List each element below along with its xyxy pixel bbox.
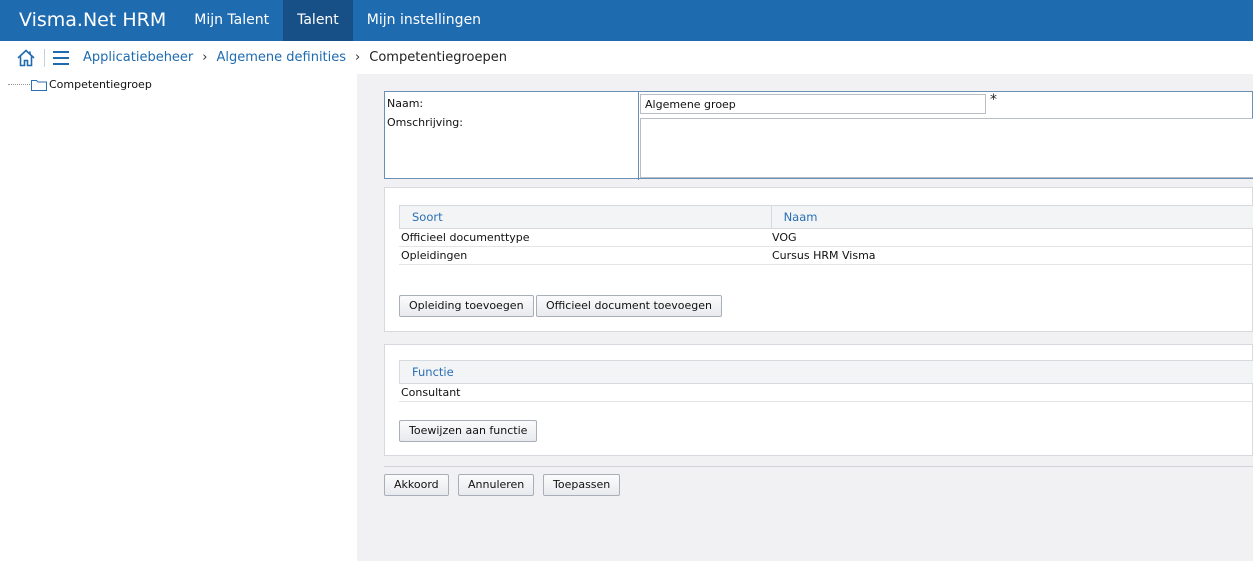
table-row[interactable]: Opleidingen Cursus HRM Visma [399,247,1253,265]
app-title[interactable]: Visma.Net HRM [0,0,180,41]
breadcrumb: Applicatiebeheer › Algemene definities ›… [0,41,1253,74]
documents-table: Soort Naam Officieel documenttype VOG Op… [399,205,1253,265]
table-row[interactable]: Officieel documenttype VOG [399,229,1253,247]
breadcrumb-divider [44,48,45,67]
functions-table-header: Functie [399,360,1253,384]
hamburger-menu-icon[interactable] [53,50,69,65]
tree-connector [8,84,30,85]
group-details-panel: Naam: * Omschrijving: [384,91,1253,180]
top-nav-bar: Visma.Net HRM Mijn Talent Talent Mijn in… [0,0,1253,41]
breadcrumb-algemene-definities[interactable]: Algemene definities [216,50,346,65]
omschrijving-textarea[interactable] [640,118,1253,178]
table-cell: Opleidingen [401,249,468,262]
column-header-soort[interactable]: Soort [400,206,771,228]
breadcrumb-separator: › [355,50,361,65]
folder-icon [31,79,47,91]
cancel-button[interactable]: Annuleren [458,474,535,496]
home-icon[interactable] [16,48,36,68]
column-header-naam[interactable]: Naam [770,206,1253,228]
tab-mijn-talent[interactable]: Mijn Talent [180,0,283,41]
documents-panel: Soort Naam Officieel documenttype VOG Op… [384,187,1253,332]
column-header-functie[interactable]: Functie [400,361,1253,383]
naam-input[interactable] [640,94,986,114]
form-column-divider [638,92,639,180]
required-marker: * [990,92,997,108]
table-row[interactable]: Consultant [399,384,1253,402]
ok-button[interactable]: Akkoord [384,474,449,496]
apply-button[interactable]: Toepassen [543,474,621,496]
breadcrumb-separator: › [202,50,208,65]
add-training-button[interactable]: Opleiding toevoegen [399,295,534,317]
breadcrumb-applicatiebeheer[interactable]: Applicatiebeheer [83,50,193,65]
content-area: Naam: * Omschrijving: Soort Naam Officie… [357,74,1253,561]
tab-mijn-instellingen[interactable]: Mijn instellingen [353,0,495,41]
assign-to-function-button[interactable]: Toewijzen aan functie [399,420,538,442]
naam-label: Naam: [387,97,424,110]
actions-divider [384,466,1253,467]
table-cell: Cursus HRM Visma [772,249,876,262]
functions-table: Functie Consultant [399,360,1253,402]
tree-item-competentiegroep[interactable]: Competentiegroep [8,78,152,91]
table-cell: Consultant [401,386,461,399]
add-official-document-button[interactable]: Officieel document toevoegen [536,295,723,317]
tab-talent[interactable]: Talent [283,0,353,41]
table-cell: VOG [772,231,797,244]
functions-panel: Functie Consultant Toewijzen aan functie [384,344,1253,456]
tree-item-label: Competentiegroep [49,78,152,91]
breadcrumb-current: Competentiegroepen [369,50,507,65]
documents-table-header: Soort Naam [399,205,1253,229]
tree-panel: Competentiegroep [0,74,357,561]
table-cell: Officieel documenttype [401,231,530,244]
omschrijving-label: Omschrijving: [387,116,463,129]
